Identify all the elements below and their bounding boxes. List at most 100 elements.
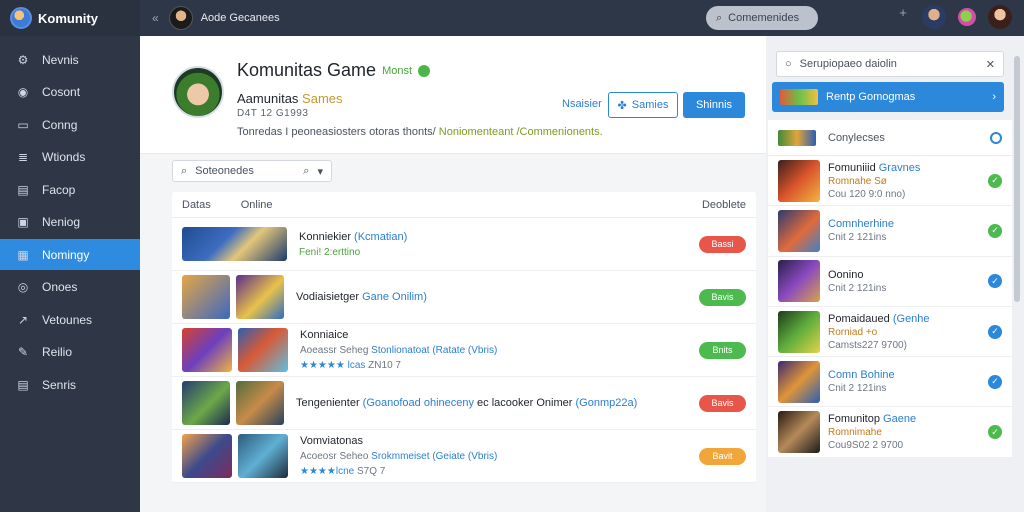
list-item[interactable]: Comn Bohine Cnit 2 121ins ✓ (768, 357, 1012, 408)
brand[interactable]: Komunity (0, 0, 140, 36)
game-thumbnail (778, 411, 820, 454)
sidebar-item-7[interactable]: ◎ Onoes (0, 272, 140, 303)
panel-header[interactable]: Rentp Gomogmas › (772, 82, 1004, 112)
sidebar-item-label: Nomingy (42, 247, 90, 262)
current-user[interactable]: Aode Gecanees (168, 6, 280, 30)
status-badge[interactable]: Bavit (699, 447, 746, 465)
panel-search-input[interactable]: ○ Serupiopaeo daiolin ✕ (776, 51, 1004, 77)
list-item[interactable]: Oonino Cnit 2 121ins ✓ (768, 257, 1012, 307)
group-avatar[interactable] (172, 66, 224, 118)
shinnis-button[interactable]: Shinnis (683, 92, 745, 118)
row-title: Vodiaisietger (296, 291, 359, 303)
check-icon[interactable]: ✓ (988, 374, 1002, 389)
row-link-2[interactable]: (Ratate (Vbris) (432, 345, 497, 356)
table-row[interactable]: Tengenienter (Goanofoad ohineceny ec lac… (172, 377, 756, 430)
table-row[interactable]: Konniekier (Kcmatian) Feni! 2:erttino Ba… (172, 218, 756, 271)
sidebar-item-5[interactable]: ▣ Neniog (0, 207, 140, 238)
main-content: Komunitas Game Monst Aamunitas Sames D4T… (140, 36, 766, 512)
row-link[interactable]: Stonlionatoat (371, 345, 429, 356)
search-icon: ○ (785, 58, 792, 70)
info-icon[interactable] (990, 131, 1002, 144)
sidebar-item-label: Cosont (42, 85, 81, 99)
window-icon: ▭ (17, 117, 29, 132)
game-thumbnail (778, 209, 820, 252)
user-avatar (168, 6, 193, 30)
profile-action-link[interactable]: Nsaisier (562, 98, 602, 110)
list-item[interactable]: Pomaidaued (Genhe Rorniad +o Camsts227 9… (768, 307, 1012, 358)
table-row[interactable]: Konniaice Aoeassr Seheg Stonlionatoat (R… (172, 324, 756, 377)
check-icon[interactable]: ✓ (988, 425, 1002, 440)
list-icon: ≣ (17, 150, 29, 164)
row-subtitle: Aoeassr Seheg (300, 345, 369, 356)
top-search-button[interactable]: ⌕ Comemenides (706, 6, 818, 30)
sidebar-item-10[interactable]: ▤ Senris (0, 369, 140, 400)
sidebar-item-3[interactable]: ≣ Wtionds (0, 142, 140, 173)
row-title: Konniaice (300, 329, 349, 341)
list-item[interactable]: Fomuniiid Gravnes Romnahe Sø Cou 120 9:0… (768, 156, 1012, 207)
column-header-online[interactable]: Online (241, 199, 273, 211)
description-link[interactable]: Noniomenteant /Commenionents. (439, 126, 603, 138)
game-thumbnail (238, 328, 288, 372)
check-icon[interactable]: ✓ (988, 173, 1002, 188)
profile-avatar-icon[interactable] (922, 5, 946, 29)
top-search-label: Comemenides (728, 12, 800, 24)
sidebar-item-4[interactable]: ▤ Facop (0, 174, 140, 205)
item-link[interactable]: Gaene (883, 413, 916, 425)
row-link[interactable]: Gane Onilim) (362, 291, 427, 303)
status-badge[interactable]: Bavis (699, 288, 746, 306)
sidebar-item-0[interactable]: ⚙ Nevnis (0, 44, 140, 75)
table-row[interactable]: Vodiaisietger Gane Onilim) Bavis (172, 271, 756, 324)
row-link-2[interactable]: (Gonmp22a) (575, 397, 637, 409)
panel-header-thumbnail (780, 89, 818, 105)
sidebar-item-label: Senris (42, 377, 77, 392)
panel-list-head[interactable]: Conylecses (768, 120, 1012, 156)
item-link[interactable]: Gravnes (879, 162, 921, 174)
pencil-icon: ✎ (17, 345, 29, 359)
check-icon[interactable]: ✓ (988, 324, 1002, 339)
row-text: Tengenienter (Goanofoad ohineceny ec lac… (296, 397, 637, 409)
list-item-text: Fomunitop Gaene Romnimahe Cou9S02 2 9700 (828, 413, 916, 451)
subtitle-highlight: Sames (302, 91, 343, 106)
row-link[interactable]: Srokmmeiset (371, 451, 429, 462)
status-badge[interactable]: Bavis (699, 394, 746, 412)
sidebar-item-2[interactable]: ▭ Conng (0, 109, 140, 140)
item-link[interactable]: Comnherhine (828, 218, 894, 230)
account-avatar-icon[interactable] (988, 5, 1012, 29)
status-badge[interactable]: Bassi (699, 235, 746, 253)
status-icon[interactable] (958, 8, 976, 26)
check-icon[interactable]: ✓ (988, 274, 1002, 289)
item-link[interactable]: (Genhe (893, 313, 930, 325)
sidebar-item-8[interactable]: ↗ Vetounes (0, 304, 140, 335)
check-icon[interactable]: ✓ (988, 223, 1002, 238)
description-text: Tonredas I peoneasiosters otoras thonts/ (237, 126, 436, 138)
row-link[interactable]: (Kcmatian) (354, 231, 407, 243)
row-meta: ZN10 7 (368, 360, 401, 371)
panel-header-label: Rentp Gomogmas (826, 91, 916, 103)
row-link-2[interactable]: (Geiate (Vbris) (432, 451, 497, 462)
column-header-deoblete[interactable]: Deoblete (702, 199, 746, 211)
list-item-text: Comnherhine Cnit 2 121ins (828, 218, 894, 243)
sidebar: ⚙ Nevnis ◉ Cosont ▭ Conng ≣ Wtionds ▤ Facop ▣… (0, 36, 146, 512)
scrollbar[interactable] (1014, 56, 1020, 302)
add-icon[interactable]: + (896, 5, 910, 29)
row-link[interactable]: (Goanofoad ohineceny (363, 397, 474, 409)
target-icon: ◉ (17, 85, 29, 99)
table-row[interactable]: Vomviatonas Acoeosr Seheo Srokmmeiset (G… (172, 430, 756, 483)
list-item[interactable]: Fomunitop Gaene Romnimahe Cou9S02 2 9700… (768, 407, 1012, 458)
sidebar-item-9[interactable]: ✎ Reilio (0, 337, 140, 368)
sidebar-item-6[interactable]: ▦ Nomingy (0, 239, 146, 270)
verified-icon (418, 64, 431, 77)
list-item[interactable]: Comnherhine Cnit 2 121ins ✓ (768, 206, 1012, 257)
sidebar-item-1[interactable]: ◉ Cosont (0, 77, 140, 108)
item-link[interactable]: Comn Bohine (828, 369, 895, 381)
filter-placeholder: Soteonedes (195, 165, 254, 177)
samies-button[interactable]: ✤ Samies (608, 92, 678, 118)
close-icon[interactable]: ✕ (986, 58, 995, 71)
row-text: Konniekier (Kcmatian) Feni! 2:erttino (299, 231, 407, 258)
column-header-datas[interactable]: Datas (182, 199, 211, 211)
search-icon: ⌕ (716, 11, 723, 24)
status-badge[interactable]: Bnits (699, 341, 746, 359)
filter-dropdown[interactable]: ⌕ Soteonedes ⌕ ▾ (172, 160, 332, 182)
game-thumbnail (778, 260, 820, 303)
collapse-sidebar-icon[interactable]: « (152, 11, 159, 25)
